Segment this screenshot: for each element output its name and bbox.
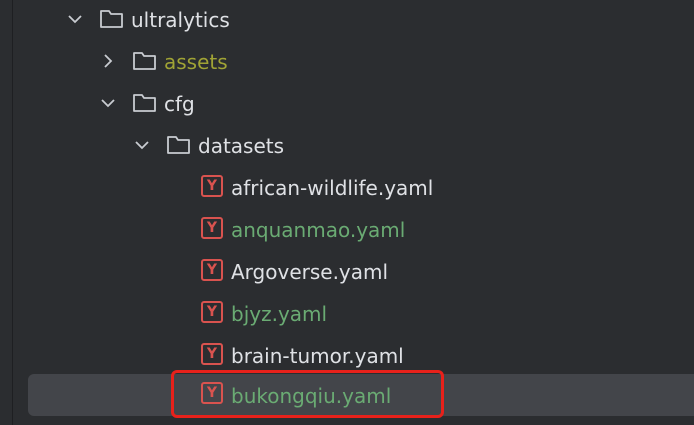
folder-icon [166,133,192,157]
folder-icon [99,7,125,31]
yaml-file-icon: Y [201,259,223,281]
tree-row-label: cfg [164,92,195,116]
tree-row-assets[interactable]: assets [0,44,694,86]
tree-row-label: Argoverse.yaml [231,260,389,284]
yaml-file-icon: Y [201,343,223,365]
folder-icon [132,49,158,73]
project-tree: ultralytics assets cfg datasets Y africa… [0,0,694,425]
tree-row-argoverse-yaml[interactable]: Y Argoverse.yaml [0,254,694,296]
tree-row-ultralytics[interactable]: ultralytics [0,2,694,44]
tree-row-label: brain-tumor.yaml [231,344,404,368]
tree-row-cfg[interactable]: cfg [0,86,694,128]
tree-row-label: african-wildlife.yaml [231,176,434,200]
yaml-file-icon: Y [201,301,223,323]
tree-row-bukongqiu-yaml[interactable]: Y bukongqiu.yaml [28,374,694,416]
folder-icon [132,91,158,115]
tree-row-anquanmao-yaml[interactable]: Y anquanmao.yaml [0,212,694,254]
chevron-right-icon[interactable] [99,52,117,70]
chevron-down-icon[interactable] [99,94,117,112]
chevron-down-icon[interactable] [66,10,84,28]
tree-row-label: bjyz.yaml [231,302,328,326]
tree-row-label: ultralytics [131,8,230,32]
tree-row-label: bukongqiu.yaml [231,384,392,408]
tree-row-label: assets [164,50,228,74]
tree-row-bjyz-yaml[interactable]: Y bjyz.yaml [0,296,694,338]
yaml-file-icon: Y [201,382,223,404]
yaml-file-icon: Y [201,175,223,197]
tree-row-datasets[interactable]: datasets [0,128,694,170]
tree-row-label: anquanmao.yaml [231,218,406,242]
yaml-file-icon: Y [201,217,223,239]
chevron-down-icon[interactable] [133,136,151,154]
tree-row-african-wildlife-yaml[interactable]: Y african-wildlife.yaml [0,170,694,212]
tree-row-label: datasets [198,134,285,158]
